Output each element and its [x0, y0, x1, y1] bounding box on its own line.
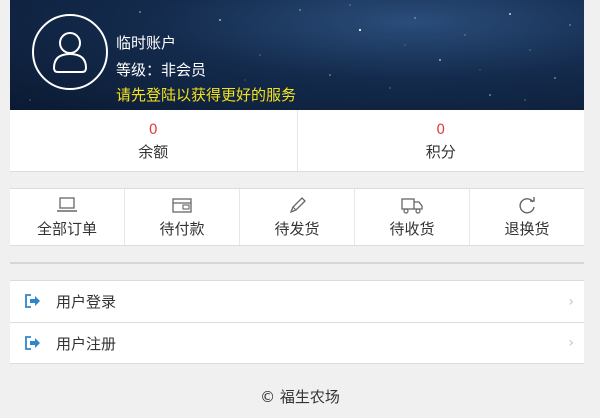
user-icon: [52, 32, 88, 73]
refresh-icon: [519, 197, 535, 214]
account-stats: 0 余额 0 积分: [10, 110, 584, 172]
truck-icon: [401, 198, 423, 214]
stat-points[interactable]: 0 积分: [296, 110, 585, 171]
menu-label: 用户注册: [56, 334, 117, 353]
stat-value: 0: [148, 122, 158, 138]
pencil-icon: [289, 197, 306, 214]
order-all-button[interactable]: 全部订单: [10, 189, 124, 245]
avatar[interactable]: [32, 14, 108, 90]
stat-label: 积分: [425, 143, 456, 161]
section-divider: [10, 262, 584, 264]
order-label: 全部订单: [36, 220, 97, 238]
laptop-icon: [57, 197, 77, 212]
menu-label: 用户登录: [56, 293, 117, 311]
order-returns-button[interactable]: 退换货: [469, 189, 584, 245]
chevron-right-icon: ›: [568, 335, 574, 351]
sign-in-icon: [25, 336, 40, 350]
order-pending-receipt-button[interactable]: 待收货: [354, 189, 469, 245]
wallet-icon: [172, 198, 192, 213]
order-shortcuts: 全部订单 待付款 待发货 待收货 退换货: [10, 188, 584, 246]
order-pending-shipment-button[interactable]: 待发货: [239, 189, 354, 245]
footer-copyright: © 福生农场: [260, 388, 340, 406]
stat-balance[interactable]: 0 余额: [10, 110, 297, 171]
stat-label: 余额: [138, 143, 169, 161]
order-label: 待付款: [159, 220, 205, 238]
order-label: 退换货: [504, 220, 550, 238]
user-level: 等级：非会员: [116, 61, 207, 79]
order-pending-payment-button[interactable]: 待付款: [124, 189, 239, 245]
login-tip[interactable]: 请先登陆以获得更好的服务: [116, 84, 296, 105]
account-menu: 用户登录 › 用户注册 ›: [10, 280, 584, 364]
login-menu-item[interactable]: 用户登录 ›: [10, 281, 584, 322]
user-name: 临时账户: [116, 34, 177, 52]
order-label: 待收货: [389, 220, 435, 238]
chevron-right-icon: ›: [568, 293, 574, 310]
order-label: 待发货: [274, 220, 320, 238]
page: 临时账户 等级：非会员 请先登陆以获得更好的服务 0 余额 0 积分 全部订单: [10, 0, 584, 364]
register-menu-item[interactable]: 用户注册 ›: [10, 322, 584, 363]
stat-value: 0: [436, 122, 446, 138]
sign-in-icon: [25, 294, 40, 308]
profile-header: 临时账户 等级：非会员 请先登陆以获得更好的服务: [10, 0, 584, 110]
